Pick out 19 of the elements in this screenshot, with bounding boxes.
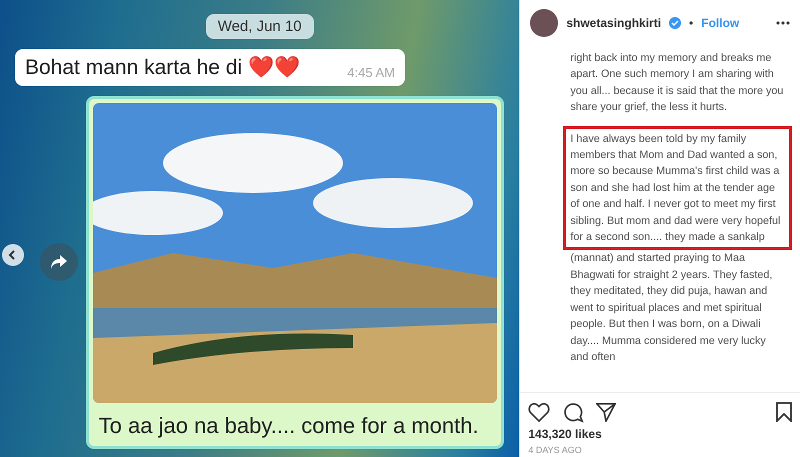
heart-icon[interactable] <box>528 402 550 422</box>
likes-count: 143,320 likes <box>527 426 603 443</box>
avatar[interactable] <box>530 9 558 37</box>
more-icon[interactable] <box>776 21 790 25</box>
share-icon[interactable] <box>596 402 616 422</box>
separator-dot: • <box>689 16 694 30</box>
caption-text: right back into my memory and breaks me apart. One such memory I am sharing with you all... because it is said that the more you share your grief, the less it hurts. <box>570 51 784 116</box>
date-chip: Wed, Jun 10 <box>206 14 314 39</box>
message-time: 4:45 AM <box>347 65 395 80</box>
bookmark-icon[interactable] <box>776 402 792 422</box>
photo-caption: To aa jao na baby.... come for a month. <box>98 412 480 440</box>
caption-text: (mannat) and started praying to Maa Bhagwati for straight 2 years. They fasted, they meditated, they did puja, hawan and went to spiritual places and met spiritual people. But then I was born, on a Diwali day.... Mumma considered me very lucky and often <box>570 251 774 365</box>
post-time: 4 DAYS AGO <box>527 444 583 457</box>
forward-icon[interactable] <box>40 243 78 281</box>
message-text: Bohat mann karta he di ❤❤ <box>25 55 300 80</box>
previous-icon[interactable] <box>2 244 24 266</box>
caption-text: I have always been told by my family members that Mom and Dad wanted a son, more so because Mumma's first child was a son and she had lost him at the tender age of one and half. I never got to meet my first sibling. But mom and dad were very hopeful for a second son.... they made a sankalp <box>563 126 792 250</box>
username[interactable]: shwetasinghkirti <box>566 16 662 30</box>
comment-icon[interactable] <box>562 401 584 423</box>
